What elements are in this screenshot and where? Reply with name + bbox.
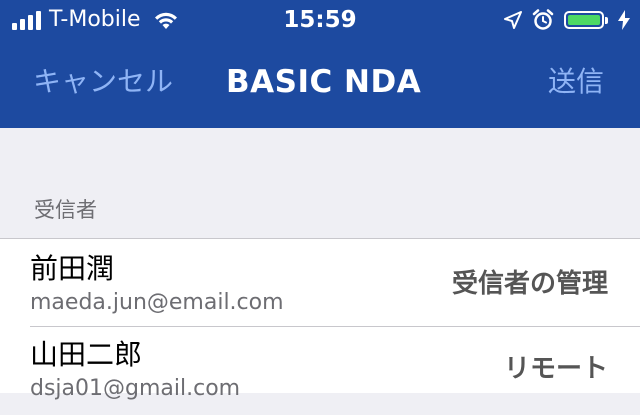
status-bar: T-Mobile 15:59 (0, 0, 640, 40)
page-title: BASIC NDA (226, 64, 422, 100)
recipient-email: dsja01@gmail.com (30, 376, 241, 401)
status-right (504, 9, 630, 31)
recipient-name: 山田二郎 (30, 338, 143, 371)
recipient-email: maeda.jun@email.com (30, 290, 284, 315)
send-button[interactable]: 送信 (548, 64, 604, 100)
location-arrow-icon (504, 11, 522, 29)
battery-tip (605, 16, 608, 24)
recipients-section-header: 受信者 (34, 198, 97, 222)
battery-icon (564, 11, 608, 29)
recipient-name: 前田潤 (30, 252, 115, 285)
remote-signing-button[interactable]: リモート (504, 353, 608, 385)
cancel-button[interactable]: キャンセル (33, 64, 173, 100)
recipient-row[interactable]: 前田潤 maeda.jun@email.com 受信者の管理 (0, 239, 640, 327)
battery-level (568, 15, 600, 25)
battery-shell (564, 11, 604, 29)
recipient-row[interactable]: 山田二郎 dsja01@gmail.com リモート (0, 327, 640, 415)
manage-recipients-button[interactable]: 受信者の管理 (452, 268, 608, 300)
charging-bolt-icon (618, 10, 630, 30)
alarm-icon (532, 9, 554, 30)
navigation-bar: キャンセル BASIC NDA 送信 (0, 40, 640, 128)
